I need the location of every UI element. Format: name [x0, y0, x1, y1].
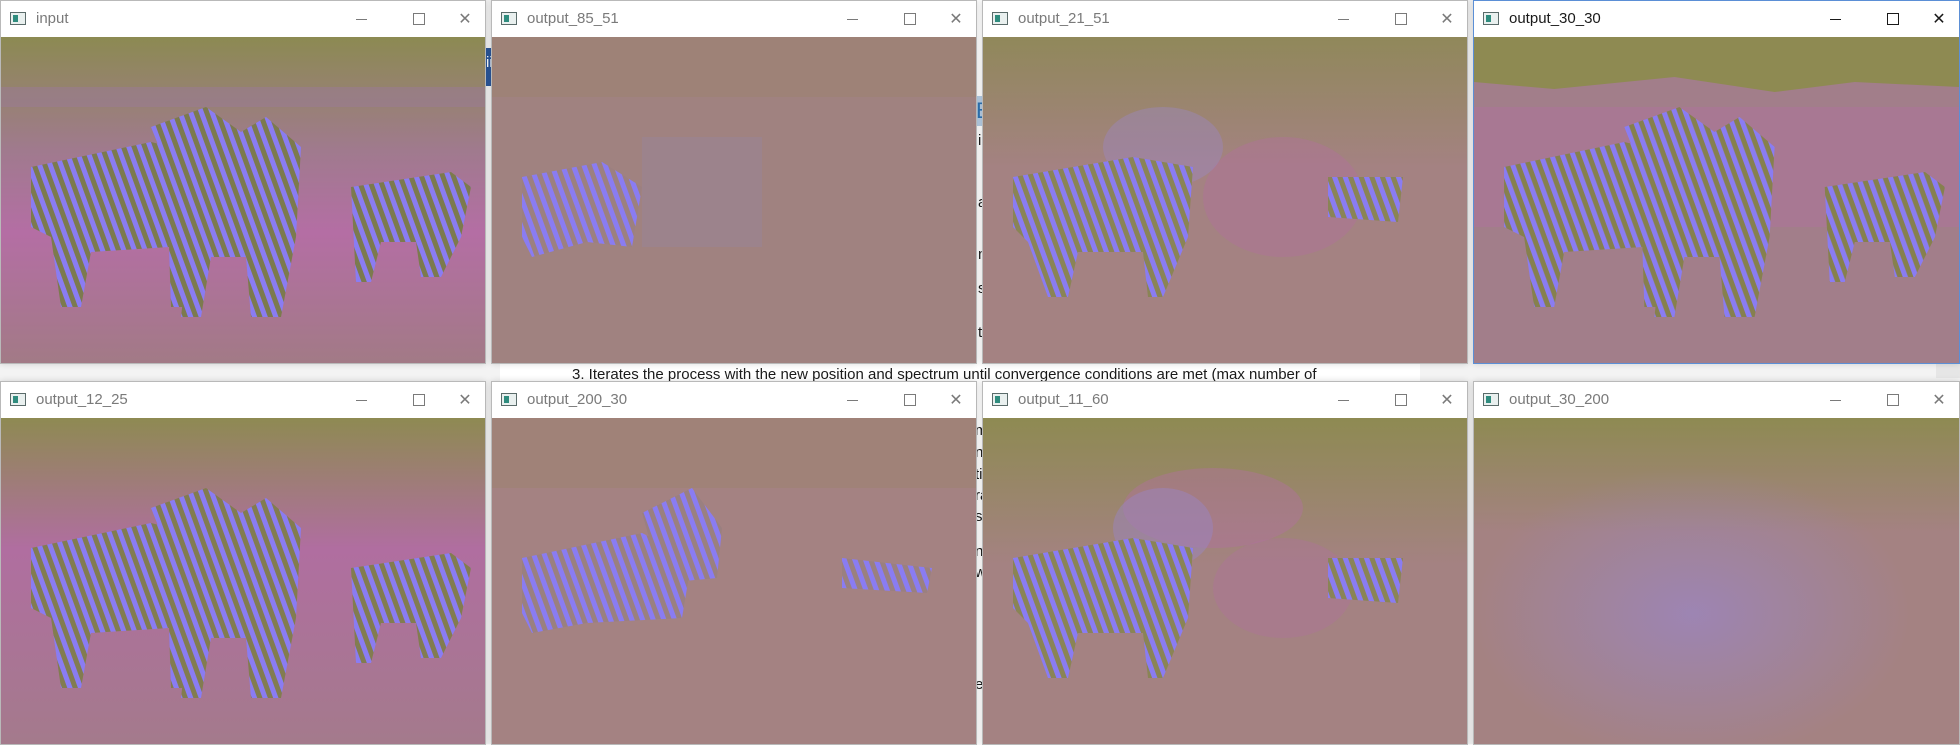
- image-output-30-200: [1474, 418, 1959, 744]
- image-output-200-30: [492, 418, 976, 744]
- minimize-button[interactable]: [832, 5, 872, 33]
- image-view: [983, 37, 1467, 363]
- image-view: [1474, 37, 1959, 363]
- window-output-30-30[interactable]: output_30_30 ✕: [1473, 0, 1960, 364]
- close-icon: ✕: [949, 392, 963, 409]
- image-output-21-51: [983, 37, 1467, 363]
- minimize-icon: [1829, 399, 1841, 401]
- minimize-button[interactable]: [832, 386, 872, 414]
- opencv-window-icon: [992, 393, 1008, 406]
- opencv-window-icon: [1483, 393, 1499, 406]
- minimize-icon: [355, 399, 367, 401]
- title-bar[interactable]: input ✕: [1, 1, 485, 37]
- opencv-window-icon: [1483, 12, 1499, 25]
- opencv-window-icon: [10, 12, 26, 25]
- minimize-icon: [1337, 399, 1349, 401]
- close-button[interactable]: ✕: [1427, 5, 1467, 33]
- close-button[interactable]: ✕: [1919, 386, 1959, 414]
- window-output-200-30[interactable]: output_200_30 ✕: [491, 381, 977, 745]
- doc-fragment: i: [978, 132, 982, 149]
- window-input[interactable]: input ✕: [0, 0, 486, 364]
- window-title: output_30_200: [1509, 391, 1610, 408]
- close-icon: ✕: [1932, 11, 1946, 28]
- window-title: output_21_51: [1018, 10, 1110, 27]
- window-output-11-60[interactable]: output_11_60 ✕: [982, 381, 1468, 745]
- minimize-button[interactable]: [341, 5, 381, 33]
- opencv-window-icon: [501, 393, 517, 406]
- window-output-85-51[interactable]: output_85_51 ✕: [491, 0, 977, 364]
- maximize-icon: [1395, 13, 1407, 25]
- window-output-30-200[interactable]: output_30_200 ✕: [1473, 381, 1960, 745]
- maximize-icon: [1887, 13, 1899, 25]
- close-button[interactable]: ✕: [936, 386, 976, 414]
- opencv-window-icon: [501, 12, 517, 25]
- window-title: output_200_30: [527, 391, 628, 408]
- close-button[interactable]: ✕: [936, 5, 976, 33]
- image-view: [492, 418, 976, 744]
- maximize-button[interactable]: [1381, 5, 1421, 33]
- maximize-icon: [413, 13, 425, 25]
- close-icon: ✕: [1440, 11, 1454, 28]
- maximize-button[interactable]: [1873, 386, 1913, 414]
- image-view: [983, 418, 1467, 744]
- maximize-button[interactable]: [399, 386, 439, 414]
- opencv-window-icon: [992, 12, 1008, 25]
- image-view: [492, 37, 976, 363]
- minimize-icon: [846, 399, 858, 401]
- image-output-12-25: [1, 418, 485, 744]
- window-output-12-25[interactable]: output_12_25 ✕: [0, 381, 486, 745]
- close-button[interactable]: ✕: [1427, 386, 1467, 414]
- minimize-icon: [355, 18, 367, 20]
- maximize-icon: [413, 394, 425, 406]
- image-output-30-30: [1474, 37, 1959, 363]
- title-bar[interactable]: output_85_51 ✕: [492, 1, 976, 37]
- close-icon: ✕: [1932, 392, 1946, 409]
- image-view: [1, 37, 485, 363]
- minimize-button[interactable]: [341, 386, 381, 414]
- title-bar[interactable]: output_12_25 ✕: [1, 382, 485, 418]
- maximize-button[interactable]: [890, 5, 930, 33]
- window-title: input: [36, 10, 69, 27]
- minimize-button[interactable]: [1323, 386, 1363, 414]
- close-icon: ✕: [458, 11, 472, 28]
- window-title: output_12_25: [36, 391, 128, 408]
- maximize-icon: [1887, 394, 1899, 406]
- title-bar[interactable]: output_30_200 ✕: [1474, 382, 1959, 418]
- image-output-11-60: [983, 418, 1467, 744]
- window-title: output_11_60: [1018, 391, 1109, 408]
- minimize-icon: [1337, 18, 1349, 20]
- close-icon: ✕: [458, 392, 472, 409]
- image-input: [1, 37, 485, 363]
- maximize-button[interactable]: [399, 5, 439, 33]
- maximize-button[interactable]: [1873, 5, 1913, 33]
- maximize-button[interactable]: [1381, 386, 1421, 414]
- window-title: output_85_51: [527, 10, 619, 27]
- minimize-icon: [1829, 18, 1841, 20]
- close-icon: ✕: [949, 11, 963, 28]
- image-view: [1474, 418, 1959, 744]
- image-output-85-51: [492, 37, 976, 363]
- opencv-window-icon: [10, 393, 26, 406]
- maximize-icon: [904, 13, 916, 25]
- maximize-button[interactable]: [890, 386, 930, 414]
- close-button[interactable]: ✕: [1919, 5, 1959, 33]
- minimize-icon: [846, 18, 858, 20]
- window-output-21-51[interactable]: output_21_51 ✕: [982, 0, 1468, 364]
- minimize-button[interactable]: [1815, 386, 1855, 414]
- close-button[interactable]: ✕: [445, 386, 485, 414]
- image-view: [1, 418, 485, 744]
- maximize-icon: [904, 394, 916, 406]
- title-bar[interactable]: output_11_60 ✕: [983, 382, 1467, 418]
- close-icon: ✕: [1440, 392, 1454, 409]
- title-bar[interactable]: output_21_51 ✕: [983, 1, 1467, 37]
- title-bar[interactable]: output_30_30 ✕: [1474, 1, 1959, 37]
- close-button[interactable]: ✕: [445, 5, 485, 33]
- minimize-button[interactable]: [1323, 5, 1363, 33]
- title-bar[interactable]: output_200_30 ✕: [492, 382, 976, 418]
- minimize-button[interactable]: [1815, 5, 1855, 33]
- maximize-icon: [1395, 394, 1407, 406]
- window-title: output_30_30: [1509, 10, 1601, 27]
